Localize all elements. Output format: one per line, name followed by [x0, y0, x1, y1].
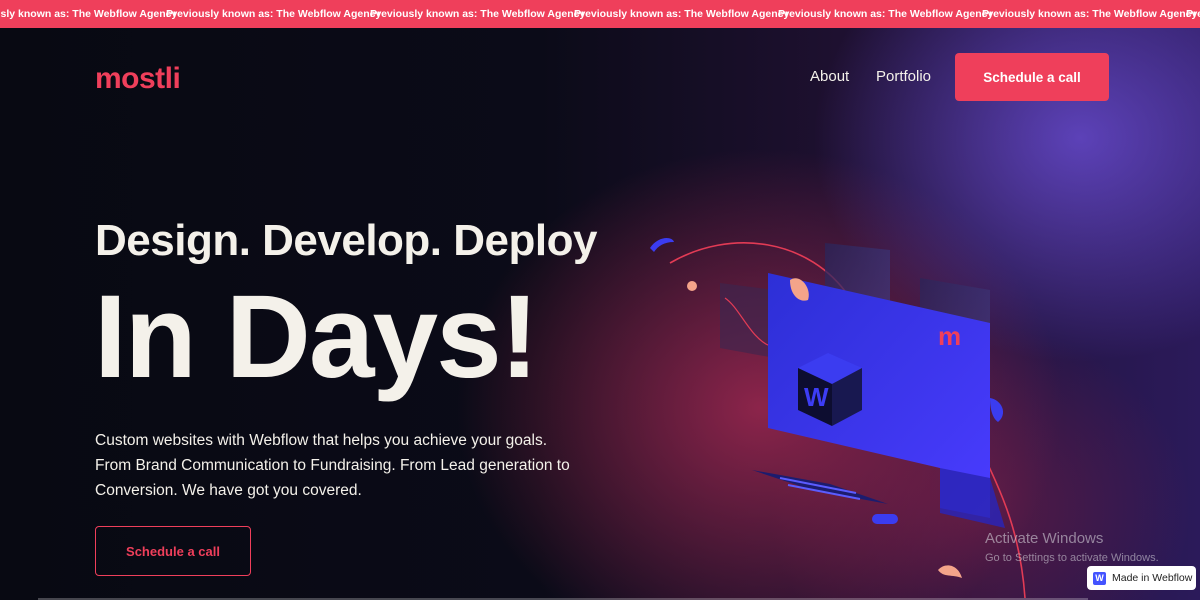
- marquee-track: Previously known as: The Webflow Agency …: [0, 8, 1200, 20]
- blue-blob: [650, 238, 674, 252]
- nav-about-link[interactable]: About: [810, 68, 849, 85]
- webflow-icon: W: [1093, 571, 1106, 585]
- marquee-item: Previously known as: The Webflow Agency: [574, 8, 790, 20]
- site-logo[interactable]: mostli: [95, 62, 181, 96]
- schedule-call-button[interactable]: Schedule a call: [955, 53, 1109, 101]
- marquee-item: Previously known as: The Webflow Agency: [1186, 8, 1200, 20]
- blue-pill: [872, 514, 898, 524]
- description-line: From Brand Communication to Fundraising.…: [95, 457, 570, 474]
- made-in-webflow-badge[interactable]: W Made in Webflow: [1087, 566, 1196, 590]
- marquee-item: Previously known as: The Webflow Agency: [166, 8, 382, 20]
- marquee-item: Previously known as: The Webflow Agency: [370, 8, 586, 20]
- description-line: Custom websites with Webflow that helps …: [95, 432, 548, 449]
- hero-schedule-call-button[interactable]: Schedule a call: [95, 526, 251, 576]
- back-panel: [720, 283, 775, 358]
- blue-blob: [990, 398, 1004, 422]
- marquee-item: Previously known as: The Webflow Agency: [982, 8, 1198, 20]
- badge-label: Made in Webflow: [1112, 572, 1193, 584]
- panel-letter: m: [938, 321, 961, 351]
- marquee-item: Previously known as: The Webflow Agency: [778, 8, 994, 20]
- activate-windows-title: Activate Windows: [985, 530, 1104, 547]
- nav-portfolio-link[interactable]: Portfolio: [876, 68, 931, 85]
- hero-headline: Design. Develop. Deploy: [95, 216, 597, 265]
- peach-blob: [938, 565, 962, 578]
- announcement-marquee: Previously known as: The Webflow Agency …: [0, 0, 1200, 28]
- hero-description: Custom websites with Webflow that helps …: [95, 428, 615, 503]
- peach-blob: [687, 281, 697, 291]
- keyboard: [752, 470, 888, 504]
- description-line: Conversion. We have got you covered.: [95, 482, 362, 499]
- activate-windows-subtitle: Go to Settings to activate Windows.: [985, 552, 1159, 564]
- marquee-item: Previously known as: The Webflow Agency: [0, 8, 178, 20]
- panel-side: [940, 468, 1005, 528]
- hero-big-text: In Days!: [94, 271, 539, 403]
- cube-letter: W: [804, 382, 829, 412]
